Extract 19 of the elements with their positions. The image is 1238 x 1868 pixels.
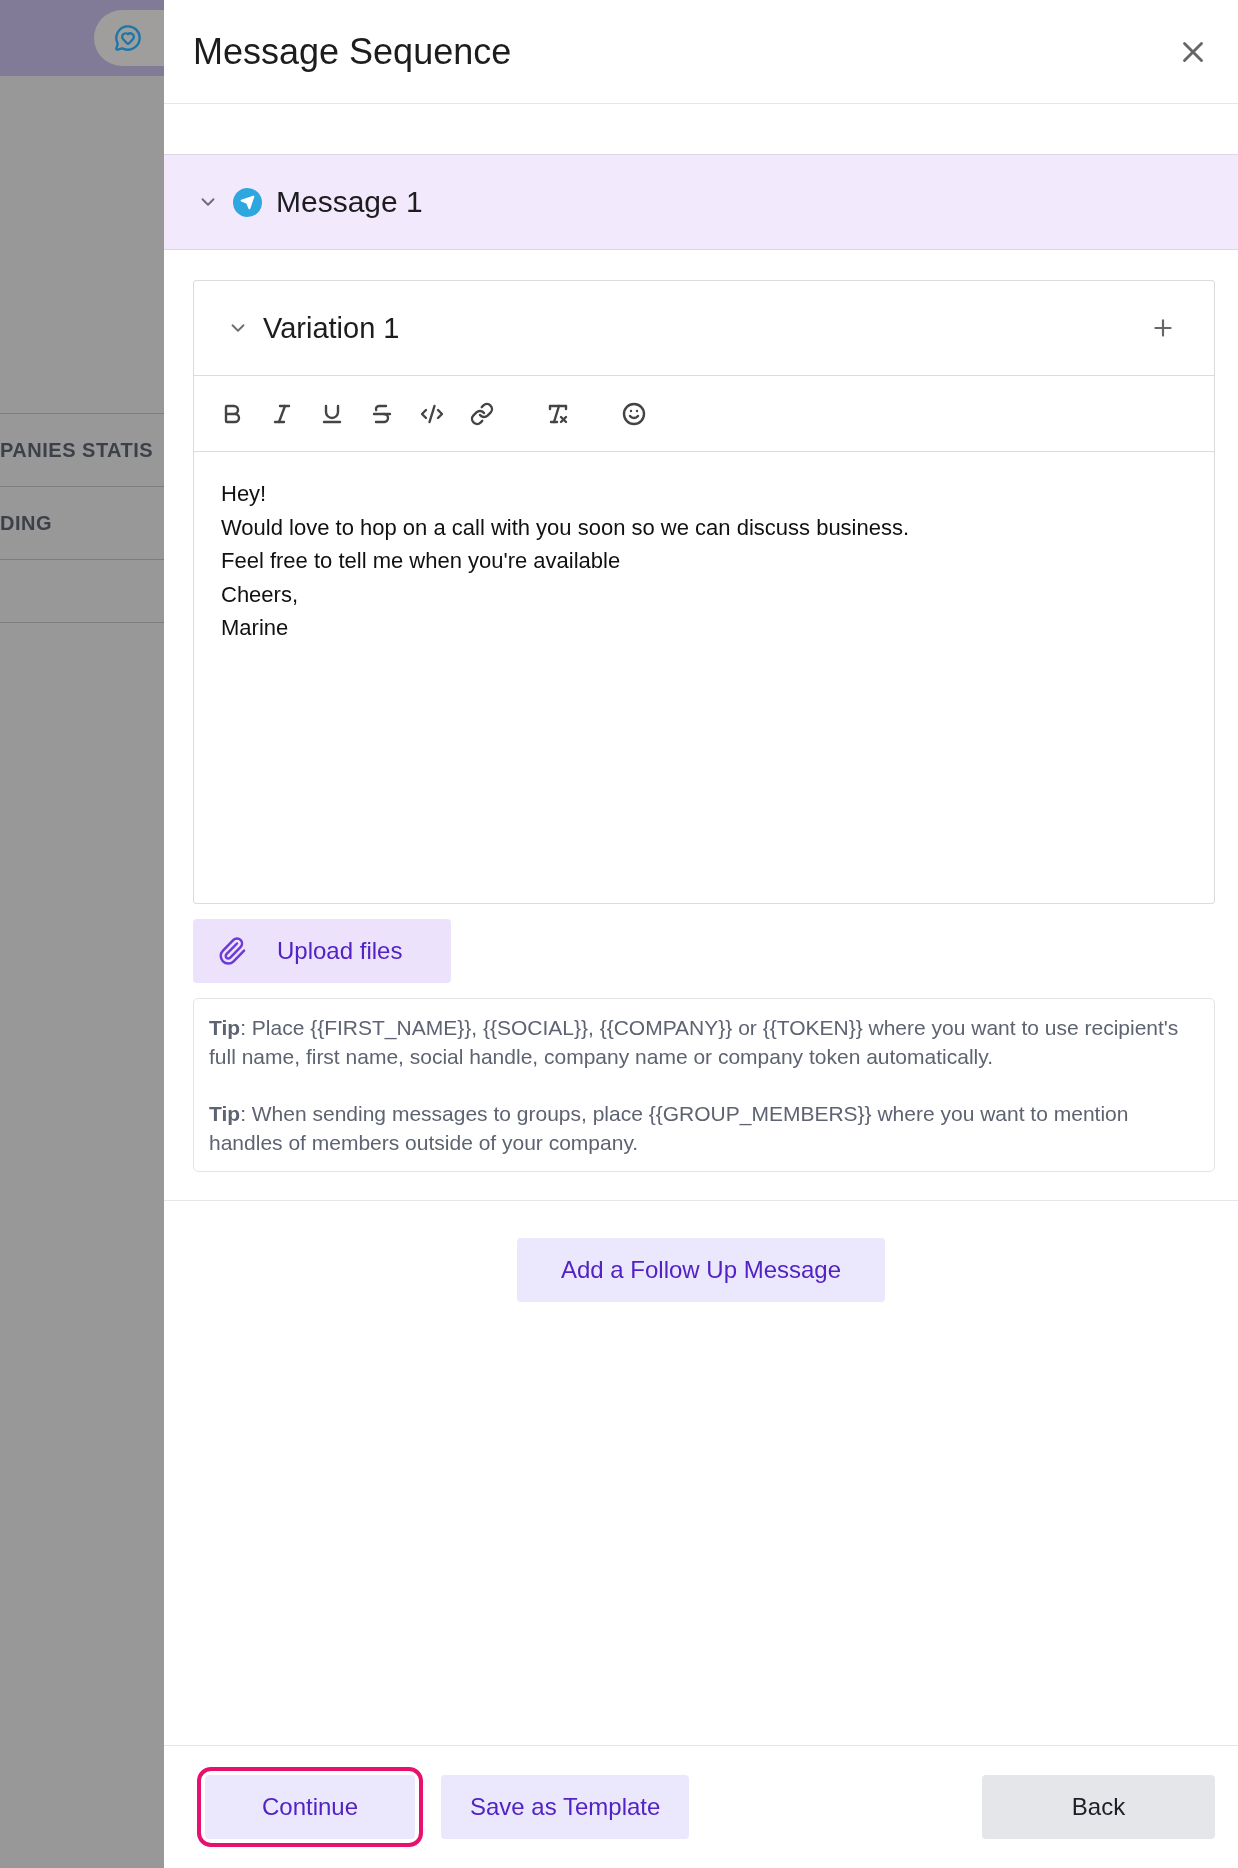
- menu-item-label: DING: [0, 511, 52, 535]
- smiley-icon[interactable]: [622, 401, 646, 426]
- message-title: Message 1: [276, 185, 423, 219]
- variation-title: Variation 1: [263, 311, 401, 345]
- chat-heart-icon: [114, 24, 142, 52]
- tip-text: Tip: Place {{FIRST_NAME}}, {{SOCIAL}}, {{COMPANY}} or {{TOKEN}} where you want to use recipient's full name, first name, social handle, company name or company token automatically.: [209, 1015, 1180, 1070]
- upload-files-button[interactable]: Upload files: [193, 919, 451, 983]
- link-icon[interactable]: [470, 401, 494, 426]
- footer-button[interactable]: Save as Template: [441, 1775, 690, 1839]
- message-header[interactable]: Message 1: [164, 154, 1238, 250]
- menu-item-label: PANIES STATIS: [0, 438, 154, 462]
- message-text[interactable]: Hey! Would love to hop on a call with you soon so we can discuss business. Feel free to tell me when you're available Cheers, Marine: [194, 452, 1214, 903]
- tip-text: Tip: When sending messages to groups, place {{GROUP_MEMBERS}} where you want to mention handles of members outside of your company.: [209, 1101, 1130, 1156]
- send-icon: [233, 187, 262, 217]
- paperclip-icon: [217, 936, 247, 966]
- back-button[interactable]: Back: [982, 1775, 1215, 1839]
- footer-button[interactable]: Continue: [205, 1775, 415, 1839]
- add-follow-up-button[interactable]: Add a Follow Up Message: [517, 1238, 885, 1302]
- dialog-title: Message Sequence: [193, 30, 512, 73]
